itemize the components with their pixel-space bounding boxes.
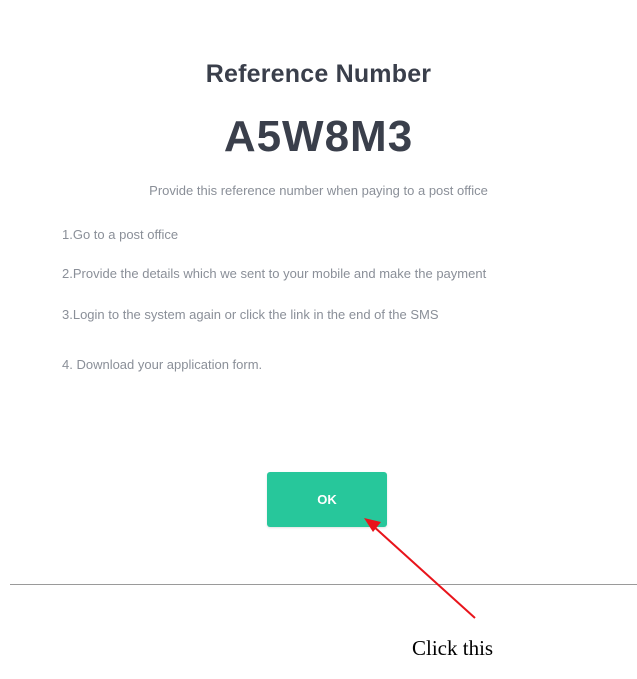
instruction-step: 4. Download your application form.	[62, 357, 263, 372]
dialog-title: Reference Number	[205, 60, 432, 88]
dialog-subtitle: Provide this reference number when payin…	[149, 183, 488, 198]
ok-button[interactable]: OK	[267, 472, 387, 527]
divider	[10, 584, 637, 585]
instruction-step: 3.Login to the system again or click the…	[62, 307, 439, 322]
reference-code: A5W8M3	[223, 112, 414, 161]
instruction-step: 2.Provide the details which we sent to y…	[62, 266, 487, 281]
instruction-step: 1.Go to a post office	[62, 227, 179, 242]
annotation-label: Click this	[412, 636, 494, 660]
reference-number-dialog: Reference Number A5W8M3 Provide this ref…	[0, 0, 637, 586]
